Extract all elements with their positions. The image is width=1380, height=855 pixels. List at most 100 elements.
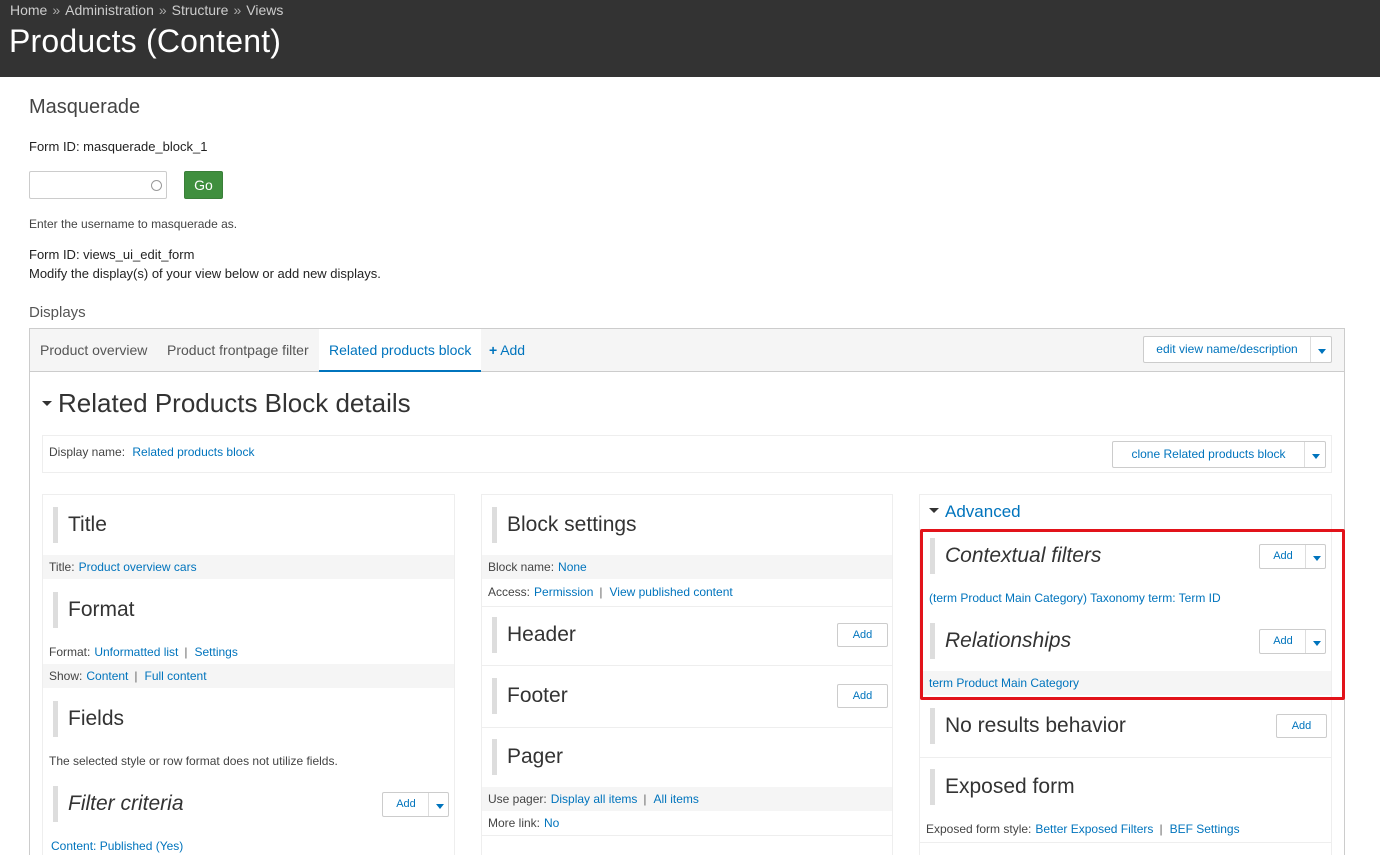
filter-item: Content: Published (Yes) [43,834,454,855]
divider [920,757,1331,758]
fields-note: The selected style or row format does no… [49,754,338,768]
title-label: Title: [49,560,75,574]
display-name-label: Display name: [49,445,126,459]
breadcrumb-separator: » [52,2,61,18]
masquerade-username-input[interactable] [29,171,167,199]
masquerade-heading: Masquerade [29,96,141,118]
more-link-value[interactable]: No [544,816,559,830]
filter-published-link[interactable]: Content: Published (Yes) [51,839,183,853]
separator: | [184,645,188,659]
masquerade-description: Enter the username to masquerade as. [29,217,238,231]
show-full-content-link[interactable]: Full content [145,669,207,683]
bef-settings-link[interactable]: BEF Settings [1170,822,1240,836]
footer-add-button[interactable]: Add [837,684,888,708]
format-row: Format: Unformatted list | Settings [43,640,454,664]
highlight-box [920,529,1345,700]
breadcrumb-administration[interactable]: Administration [65,2,154,18]
add-display-button[interactable]: + Add [489,329,525,372]
no-results-add-button[interactable]: Add [1276,714,1327,738]
divider [482,727,892,728]
clone-display-button[interactable]: clone Related products block [1113,442,1304,467]
format-value-link[interactable]: Unformatted list [94,645,178,659]
displays-heading: Displays [29,304,86,321]
plus-icon: + [489,342,498,358]
tab-product-overview[interactable]: Product overview [40,329,147,372]
advanced-toggle[interactable]: Advanced [929,502,1021,522]
display-name-field: Display name: Related products block [49,445,254,459]
title-section-heading: Title [53,507,107,543]
filter-add-button[interactable]: Add [383,793,429,816]
pager-all-items-link[interactable]: All items [654,792,699,806]
more-link-row: More link: No [482,811,892,835]
separator: | [643,792,647,806]
show-row: Show: Content | Full content [43,664,454,688]
no-results-heading: No results behavior [930,708,1126,744]
tab-related-products-block[interactable]: Related products block [319,329,482,372]
chevron-down-icon[interactable] [1310,337,1332,362]
block-name-label: Block name: [488,560,555,574]
add-display-label: Add [500,342,526,358]
display-name-link[interactable]: Related products block [132,445,254,459]
show-label: Show: [49,669,83,683]
page-header: Home» Administration» Structure» Views Prod… [0,0,1380,77]
breadcrumb-home[interactable]: Home [10,2,47,18]
title-row: Title: Product overview cars [43,555,454,579]
separator: | [1159,822,1163,836]
format-settings-link[interactable]: Settings [195,645,238,659]
edit-view-dropbutton[interactable]: edit view name/description [1143,336,1332,363]
filter-add-dropbutton[interactable]: Add [382,792,449,817]
breadcrumb-views[interactable]: Views [246,2,283,18]
show-value-link[interactable]: Content [86,669,128,683]
edit-view-name-button[interactable]: edit view name/description [1144,337,1310,362]
advanced-label: Advanced [945,502,1021,521]
header-section-heading: Header [492,617,576,653]
pager-label: Use pager: [488,792,547,806]
format-label: Format: [49,645,91,659]
tab-product-frontpage-filter[interactable]: Product frontpage filter [167,329,309,372]
go-button[interactable]: Go [184,171,223,199]
clone-display-dropbutton[interactable]: clone Related products block [1112,441,1326,468]
views-form-id: Form ID: views_ui_edit_form [29,247,195,262]
chevron-down-icon[interactable] [428,793,449,816]
access-permission-link[interactable]: Permission [534,585,593,599]
page-title: Products (Content) [9,23,282,59]
views-form-intro: Modify the display(s) of your view below… [29,266,381,281]
separator: | [134,669,138,683]
access-label: Access: [488,585,531,599]
block-name-row: Block name: None [482,555,892,579]
breadcrumb: Home» Administration» Structure» Views [10,2,283,18]
breadcrumb-separator: » [158,2,167,18]
exposed-form-style-link[interactable]: Better Exposed Filters [1035,822,1153,836]
breadcrumb-separator: » [233,2,242,18]
filter-criteria-heading: Filter criteria [53,786,184,822]
header-add-button[interactable]: Add [837,623,888,647]
block-settings-heading: Block settings [492,507,637,543]
collapse-triangle-icon [42,400,52,406]
pager-row: Use pager: Display all items | All items [482,787,892,811]
access-row: Access: Permission | View published content [482,580,892,604]
divider [920,842,1331,843]
access-view-published-link[interactable]: View published content [610,585,733,599]
fields-section-heading: Fields [53,701,124,737]
footer-section-heading: Footer [492,678,568,714]
chevron-down-icon[interactable] [1304,442,1326,467]
pager-section-heading: Pager [492,739,563,775]
breadcrumb-structure[interactable]: Structure [172,2,229,18]
exposed-form-label: Exposed form style: [926,822,1032,836]
masquerade-form-id: Form ID: masquerade_block_1 [29,139,208,154]
title-value-link[interactable]: Product overview cars [79,560,197,574]
more-link-label: More link: [488,816,541,830]
exposed-form-heading: Exposed form [930,769,1075,805]
column-first: Title Title: Product overview cars Format… [42,494,455,855]
display-details-title: Related Products Block details [58,388,411,418]
format-section-heading: Format [53,592,135,628]
column-second: Block settings Block name: None Access: Pe… [481,494,893,855]
pager-value-link[interactable]: Display all items [551,792,638,806]
exposed-form-row: Exposed form style: Better Exposed Filter… [920,817,1331,841]
divider [482,835,892,836]
display-details-toggle[interactable]: Related Products Block details [42,388,411,419]
block-name-link[interactable]: None [558,560,587,574]
collapse-triangle-icon [929,508,939,514]
separator: | [599,585,603,599]
autocomplete-throbber-icon [151,180,162,191]
